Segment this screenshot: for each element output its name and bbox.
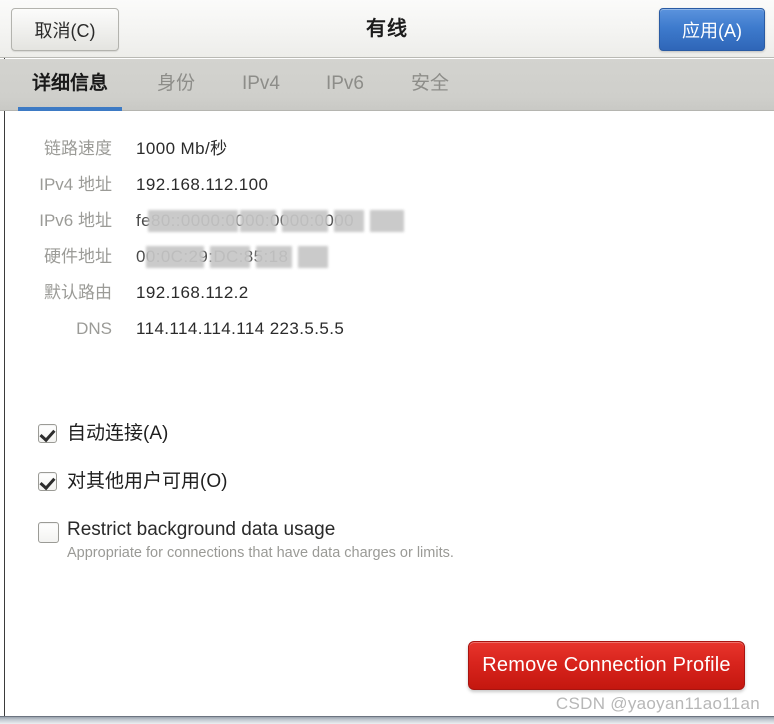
tab-bar: 详细信息 身份 IPv4 IPv6 安全 — [0, 59, 774, 111]
detail-row: 硬件地址 00:0C:29:DC:85:18 — [0, 239, 440, 275]
dialog-header: 有线 取消(C) 应用(A) — [0, 0, 774, 58]
checkbox-icon[interactable] — [38, 472, 57, 491]
tab-1[interactable]: 详细信息 — [18, 59, 122, 111]
apply-button[interactable]: 应用(A) — [659, 8, 765, 51]
tab-3[interactable]: IPv4 — [236, 59, 286, 111]
detail-value: fe80::0000:0000:0000:0000 — [136, 211, 354, 230]
detail-value: 192.168.112.100 — [136, 175, 269, 194]
detail-value: 1000 Mb/秒 — [136, 139, 228, 158]
detail-row: 链路速度 1000 Mb/秒 — [0, 131, 440, 167]
detail-value: 00:0C:29:DC:85:18 — [136, 247, 289, 266]
option-label: 对其他用户可用(O) — [67, 471, 228, 492]
network-connection-dialog: 有线 取消(C) 应用(A) 详细信息 身份 IPv4 IPv6 安全 链路速度 1000… — [0, 0, 774, 724]
option-sublabel: Appropriate for connections that have da… — [67, 545, 454, 561]
watermark: CSDN @yaoyan11ao11an — [555, 694, 760, 713]
detail-row: DNS 114.114.114.114 223.5.5.5 — [0, 311, 440, 347]
detail-label: 默认路由 — [44, 283, 112, 302]
detail-value: 114.114.114.114 223.5.5.5 — [136, 319, 345, 338]
option-label: Restrict background data usage — [67, 519, 336, 540]
tab-2[interactable]: 身份 — [150, 59, 202, 111]
connection-options: 自动连接(A) 对其他用户可用(O) Restrict background dat… — [38, 420, 638, 570]
detail-label: 链路速度 — [44, 139, 112, 158]
detail-row: IPv4 地址 192.168.112.100 — [0, 167, 440, 203]
detail-value: 192.168.112.2 — [136, 283, 249, 302]
checkbox-icon[interactable] — [38, 522, 59, 543]
tab-5[interactable]: 安全 — [404, 59, 456, 111]
detail-label: DNS — [76, 319, 112, 338]
window-bottom-edge — [0, 716, 774, 724]
tab-4[interactable]: IPv6 — [320, 59, 370, 111]
detail-label: IPv6 地址 — [39, 211, 112, 230]
option-label: 自动连接(A) — [67, 423, 169, 444]
detail-row: 默认路由 192.168.112.2 — [0, 275, 440, 311]
connection-details-list: 链路速度 1000 Mb/秒 IPv4 地址 192.168.112.100 IPv6 … — [0, 131, 440, 347]
detail-row: IPv6 地址 fe80::0000:0000:0000:0000 — [0, 203, 440, 239]
detail-label: 硬件地址 — [44, 247, 112, 266]
option-row[interactable]: 对其他用户可用(O) — [38, 468, 638, 502]
remove-connection-profile-button[interactable]: Remove Connection Profile — [468, 641, 745, 690]
option-row[interactable]: Restrict background data usage Appropriat… — [38, 516, 638, 570]
checkbox-icon[interactable] — [38, 424, 57, 443]
detail-label: IPv4 地址 — [39, 175, 112, 194]
option-row[interactable]: 自动连接(A) — [38, 420, 638, 454]
cancel-button[interactable]: 取消(C) — [11, 8, 119, 51]
